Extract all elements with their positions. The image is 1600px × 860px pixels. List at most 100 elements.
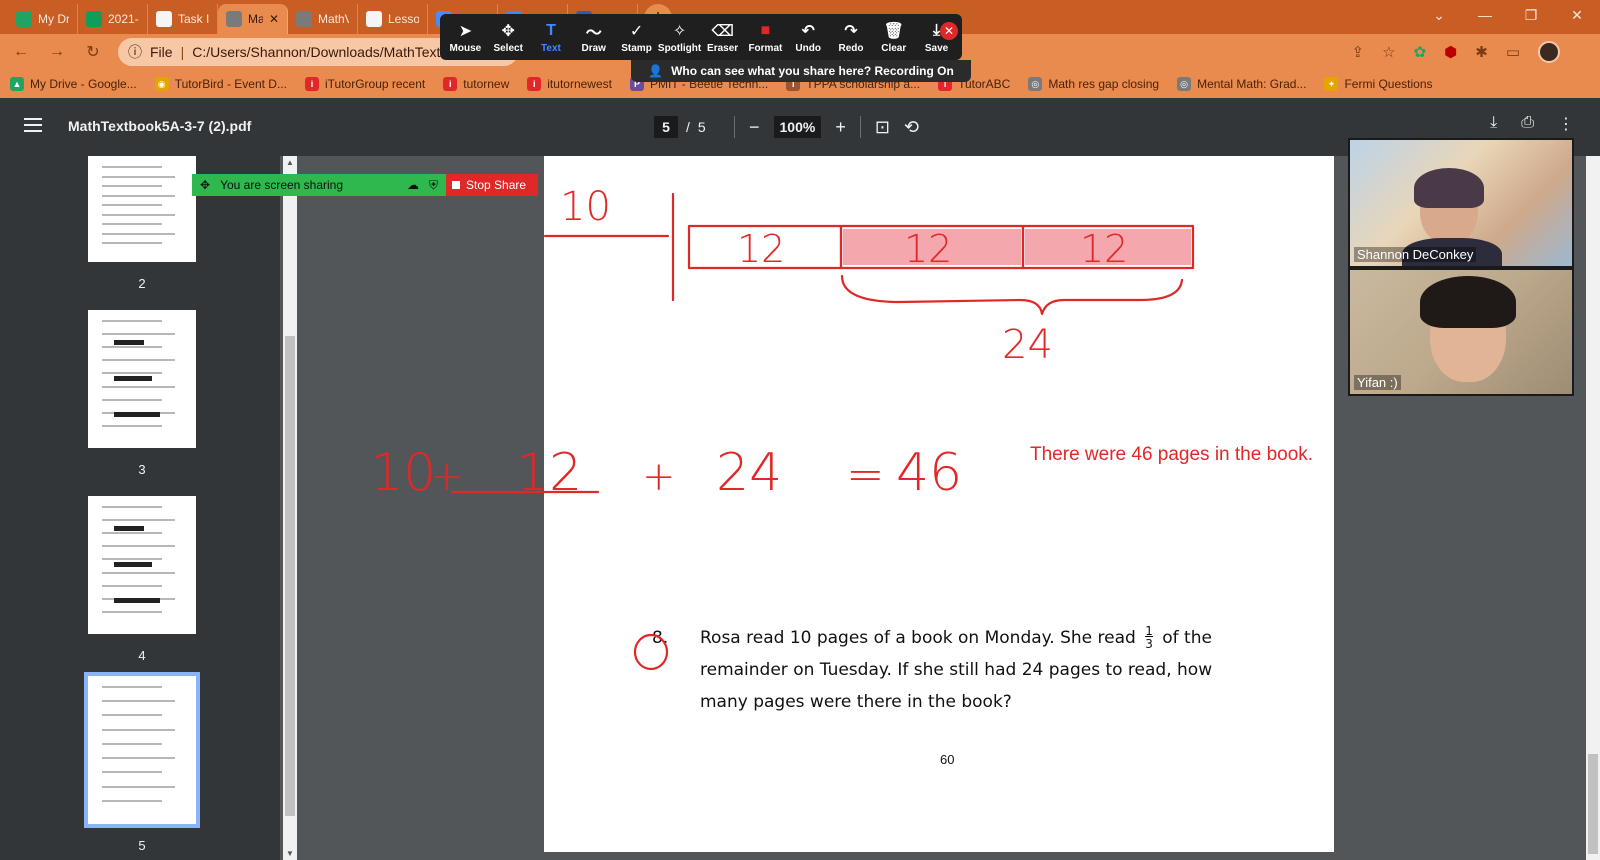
thumbnail-sidebar: 2 3 4 5 (0, 156, 280, 860)
bookmark-label: Fermi Questions (1344, 77, 1433, 91)
reading-list-icon[interactable]: ▭ (1506, 43, 1520, 61)
tab-search-chevron-icon[interactable]: ⌄ (1416, 0, 1462, 30)
back-button[interactable]: ← (10, 43, 32, 61)
zoom-level[interactable]: 100% (773, 116, 822, 138)
bookmark-item[interactable]: ▲ My Drive - Google... (10, 77, 137, 91)
zoom-in-icon[interactable]: + (835, 117, 846, 138)
main-scroll-thumb[interactable] (1588, 754, 1598, 854)
page-thumbnail[interactable] (84, 672, 200, 828)
more-options-icon[interactable]: ⋮ (1558, 114, 1574, 134)
drag-handle-icon[interactable]: ✥ (200, 178, 210, 192)
browser-tab[interactable]: Task Ic (148, 4, 218, 34)
tool-select[interactable]: ✥ Select (487, 14, 530, 60)
pdf-page: 8. Rosa read 10 pages of a book on Monda… (544, 156, 1334, 852)
bookmark-item[interactable]: ◎ Mental Math: Grad... (1177, 77, 1306, 91)
page-number: 60 (940, 752, 955, 767)
thumbnail-text-line (102, 728, 175, 731)
eraser-icon: ⌫ (711, 22, 734, 40)
thumbnail-text-line (102, 506, 162, 508)
page-thumbnail[interactable] (88, 310, 196, 448)
tool-label: Clear (881, 42, 907, 54)
tool-format[interactable]: ■ Format (744, 14, 787, 60)
participant-hair (1420, 276, 1516, 328)
bookmark-item[interactable]: i iTutorGroup recent (304, 77, 425, 91)
tool-stamp[interactable]: ✓ Stamp (615, 14, 658, 60)
globe-icon (226, 11, 242, 27)
thumbnail-label: 2 (138, 276, 146, 291)
reload-button[interactable]: ↻ (82, 42, 104, 62)
main-scrollbar[interactable] (1586, 156, 1600, 860)
close-window-button[interactable]: ✕ (1554, 0, 1600, 30)
info-icon[interactable]: ⓘ (128, 42, 142, 62)
rotate-icon[interactable]: ⟲ (904, 117, 919, 138)
participant-name: Shannon DeConkey (1354, 247, 1477, 262)
shield-icon: ⛨ (428, 177, 438, 192)
bookmark-label: tutornew (463, 77, 510, 91)
person-icon: 👤 (648, 64, 664, 78)
tool-undo[interactable]: ↶ Undo (787, 14, 830, 60)
thumbnail-text-line (102, 571, 175, 574)
toolbar-divider (859, 116, 861, 138)
bookmark-item[interactable]: ✦ Fermi Questions (1324, 77, 1433, 91)
tool-text[interactable]: T Text (530, 14, 573, 60)
tool-draw[interactable]: 〜 Draw (572, 14, 615, 60)
menu-icon[interactable] (24, 118, 42, 132)
bookmark-star-icon[interactable]: ☆ (1382, 43, 1395, 61)
url-text: C:/Users/Shannon/Downloads/MathTextbo (192, 44, 457, 60)
thumbnail-label: 5 (138, 838, 146, 853)
video-tile-yifan[interactable]: Yifan :) (1348, 268, 1574, 396)
zoom-out-icon[interactable]: − (749, 117, 760, 138)
print-icon[interactable]: ⎙ (1521, 114, 1534, 134)
bookmark-label: itutornewest (547, 77, 612, 91)
video-tile-shannon[interactable]: Shannon DeConkey (1348, 138, 1574, 268)
tool-clear[interactable]: 🗑 Clear (872, 14, 915, 60)
forward-button[interactable]: → (46, 43, 68, 61)
pdf-actions: ⤓ ⎙ ⋮ (1490, 114, 1574, 134)
thumbnail-text-line (102, 686, 162, 688)
tool-eraser[interactable]: ⌫ Eraser (701, 14, 744, 60)
ublock-icon[interactable]: ⬢ (1444, 43, 1457, 61)
sidebar-scroll-thumb[interactable] (285, 336, 295, 816)
share-visibility-notice[interactable]: 👤 Who can see what you share here? Recor… (631, 60, 971, 82)
restore-button[interactable]: ❐ (1508, 0, 1554, 30)
page-thumbnail[interactable] (88, 156, 196, 262)
tool-mouse[interactable]: ➤ Mouse (444, 14, 487, 60)
stop-share-button[interactable]: Stop Share (446, 174, 538, 196)
browser-tab[interactable]: 2021- (78, 4, 148, 34)
bookmark-label: My Drive - Google... (30, 77, 137, 91)
profile-avatar[interactable] (1538, 41, 1560, 63)
bookmark-item[interactable]: i itutornewest (527, 77, 612, 91)
browser-tab[interactable]: MathV (288, 4, 358, 34)
screen-sharing-banner[interactable]: ✥ You are screen sharing ☁ ⛨ (192, 174, 446, 196)
page-thumbnail[interactable] (88, 496, 196, 634)
tool-redo[interactable]: ↷ Redo (830, 14, 873, 60)
sidebar-scrollbar[interactable]: ▲ ▼ (283, 156, 297, 860)
close-annotation-icon[interactable]: ✕ (940, 22, 958, 40)
bookmark-label: TutorBird - Event D... (174, 77, 287, 91)
url-separator: | (180, 44, 185, 60)
close-tab-icon[interactable]: ✕ (269, 12, 279, 26)
browser-tab[interactable]: My Dr (8, 4, 78, 34)
thumbnail-text-line (102, 242, 162, 245)
page-number-input[interactable]: 5 (654, 116, 678, 138)
extension-icon[interactable]: ✿ (1414, 43, 1427, 61)
thumbnail-text-line (102, 385, 175, 388)
thumbnail-bar-model (114, 562, 152, 567)
fit-page-icon[interactable]: ⊡ (875, 117, 890, 138)
text-icon: T (546, 21, 556, 39)
share-icon[interactable]: ⇪ (1352, 43, 1365, 61)
bookmark-favicon-icon: ◎ (1028, 77, 1043, 91)
bookmark-item[interactable]: i tutornew (443, 77, 509, 91)
scroll-down-icon[interactable]: ▼ (285, 849, 295, 858)
tool-spotlight[interactable]: ✧ Spotlight (658, 14, 701, 60)
tool-label: Spotlight (657, 42, 702, 54)
download-icon[interactable]: ⤓ (1490, 114, 1497, 134)
bookmark-item[interactable]: ◎ Math res gap closing (1028, 77, 1159, 91)
browser-tab[interactable]: Ma ✕ (218, 4, 288, 34)
scroll-up-icon[interactable]: ▲ (285, 158, 295, 167)
minimize-button[interactable]: — (1462, 0, 1508, 30)
puzzle-icon[interactable]: ✱ (1475, 43, 1488, 61)
browser-tab[interactable]: Lesso (358, 4, 428, 34)
bookmark-item[interactable]: ◉ TutorBird - Event D... (154, 77, 287, 91)
tab-title: Ma (248, 12, 263, 26)
